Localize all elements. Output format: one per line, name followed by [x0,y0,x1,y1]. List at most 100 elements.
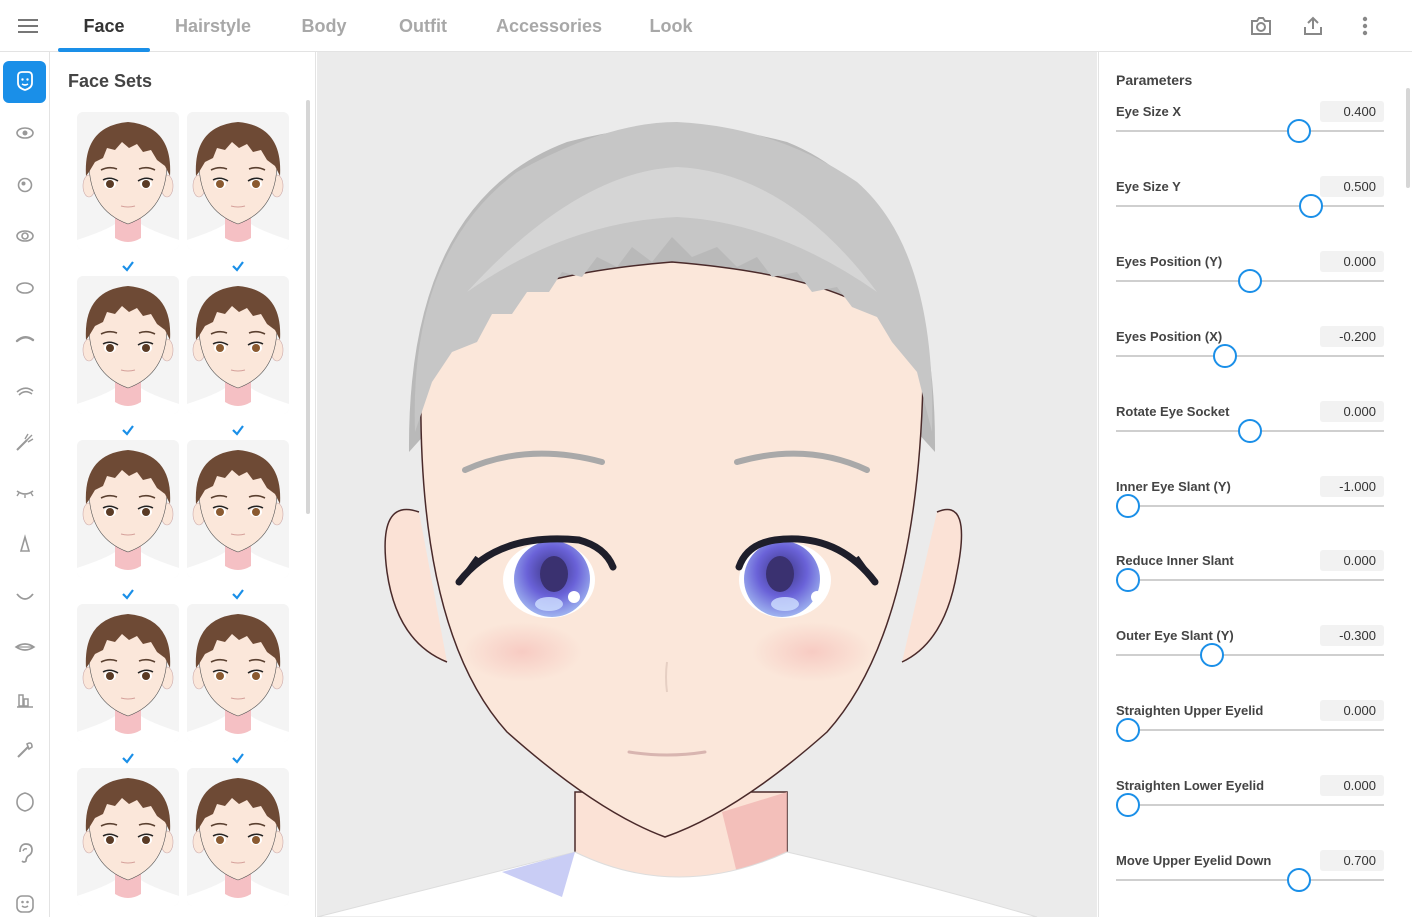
rail-item-eyelash[interactable] [3,369,46,411]
face-thumbnail-image [77,122,179,250]
share-button[interactable] [1296,10,1330,42]
tab-look[interactable]: Look [624,0,718,52]
parameters-scrollbar[interactable] [1406,88,1410,188]
parameter-slider-track[interactable] [1116,654,1384,657]
face-set-thumbnail[interactable] [187,276,289,414]
rail-item-face-shape[interactable] [3,61,46,103]
hamburger-menu-button[interactable] [14,12,42,40]
rail-item-eyebrow[interactable] [3,318,46,360]
rail-item-teeth[interactable] [3,678,46,720]
face-set-thumbnail[interactable] [187,112,289,250]
parameter-slider-track[interactable] [1116,579,1384,582]
rail-item-nose[interactable] [3,524,46,566]
parameter-value-field[interactable]: -0.300 [1320,625,1384,647]
tab-hairstyle[interactable]: Hairstyle [150,0,276,52]
eye-icon [15,127,34,140]
camera-button[interactable] [1244,10,1278,42]
face-set-thumbnail[interactable] [77,768,179,906]
tab-accessories[interactable]: Accessories [474,0,624,52]
parameter-slider-handle[interactable] [1116,793,1141,818]
face-thumbnail-image [187,122,289,250]
parameter-value-field[interactable]: 0.000 [1320,550,1384,572]
parameter-slider-track[interactable] [1116,130,1384,132]
parameter-slider-handle[interactable] [1200,643,1225,668]
parameter-value-field[interactable]: 0.000 [1320,400,1384,422]
face-sets-scrollbar[interactable] [306,100,310,514]
rail-item-eye-outline[interactable] [3,215,46,257]
right-blush [752,622,872,682]
parameter-row: Eyes Position (X) -0.200 [1116,325,1384,389]
parameter-slider-track[interactable] [1116,804,1384,807]
parameter-row: Outer Eye Slant (Y) -0.300 [1116,625,1384,688]
parameter-slider-handle[interactable] [1299,193,1324,218]
face-set-thumbnail[interactable] [77,604,179,742]
rail-item-eye[interactable] [3,112,46,154]
parameter-row: Rotate Eye Socket 0.000 [1116,400,1384,464]
rail-item-mouth[interactable] [3,575,46,617]
face-set-thumbnail[interactable] [77,276,179,414]
face-set-thumbnail[interactable] [187,604,289,742]
parameter-slider-handle[interactable] [1238,418,1262,443]
parameter-label: Eye Size Y [1116,178,1181,194]
parameter-slider-handle[interactable] [1286,119,1311,143]
parameter-value-field[interactable]: -0.200 [1320,325,1384,347]
parameter-slider-track[interactable] [1116,729,1384,732]
rail-item-lips[interactable] [3,626,46,668]
face-thumbnail-image [187,450,289,578]
parameter-slider-handle[interactable] [1238,268,1262,293]
face-thumbnail-image [77,286,179,414]
face-thumbnail-image [187,286,289,414]
rail-item-lashes-down[interactable] [3,472,46,514]
face-set-thumbnail[interactable] [77,112,179,250]
makeup-brush-icon [16,742,33,758]
top-bar: Face Hairstyle Body Outfit Accessories Look [0,0,1412,52]
face-set-thumbnail[interactable] [187,768,289,906]
parameter-value-field[interactable]: 0.000 [1320,775,1384,797]
parameter-row: Move Upper Eyelid Down 0.700 [1116,850,1384,913]
parameter-label: Reduce Inner Slant [1116,553,1234,569]
parameter-slider-handle[interactable] [1213,343,1238,368]
rail-item-face-contour[interactable] [3,781,46,823]
parameter-row: Inner Eye Slant (Y) -1.000 [1116,475,1384,539]
parameter-slider-track[interactable] [1116,204,1384,207]
parameter-row: Straighten Lower Eyelid 0.000 [1116,775,1384,838]
parameter-slider-handle[interactable] [1116,568,1141,593]
tab-body[interactable]: Body [276,0,372,52]
avatar-face-preview [317,122,1038,917]
parameter-slider-track[interactable] [1116,879,1384,881]
face-set-thumbnail[interactable] [187,440,289,578]
parameter-label: Move Upper Eyelid Down [1116,853,1272,868]
checkmark-icon [121,259,135,272]
eye-oval-icon [15,281,34,294]
tab-face[interactable]: Face [58,0,150,52]
more-options-button[interactable] [1348,10,1382,42]
rail-item-makeup-brush[interactable] [3,729,46,771]
parameter-label: Eye Size X [1116,104,1182,119]
parameter-value-field[interactable]: 0.000 [1320,250,1384,272]
parameter-value-field[interactable]: 0.400 [1320,101,1384,122]
checkmark-icon [231,423,245,436]
parameter-slider-track[interactable] [1116,504,1384,507]
rail-item-expression[interactable] [3,883,46,917]
parameter-slider-handle[interactable] [1116,493,1141,518]
tab-outfit[interactable]: Outfit [372,0,474,52]
rail-item-eye-oval[interactable] [3,267,46,309]
rail-item-iris[interactable] [3,164,46,206]
parameter-value-field[interactable]: 0.000 [1320,700,1384,722]
parameter-value-field[interactable]: 0.700 [1320,850,1384,871]
parameter-slider-handle[interactable] [1116,718,1141,743]
nose-icon [19,533,30,552]
face-set-thumbnail[interactable] [77,440,179,578]
parameter-label: Eyes Position (X) [1116,328,1223,344]
face-thumbnail-image [77,450,179,578]
parameters-title: Parameters [1116,72,1193,88]
parameter-value-field[interactable]: -1.000 [1320,475,1384,497]
parameter-slider-handle[interactable] [1286,868,1311,892]
avatar-preview-viewport[interactable] [317,52,1097,917]
rail-item-ear[interactable] [3,832,46,874]
parameter-slider-track[interactable] [1116,354,1384,357]
rail-item-eyelash-brush[interactable] [3,421,46,463]
camera-icon [1251,17,1271,35]
iris-icon [17,177,32,193]
parameter-value-field[interactable]: 0.500 [1320,175,1384,197]
